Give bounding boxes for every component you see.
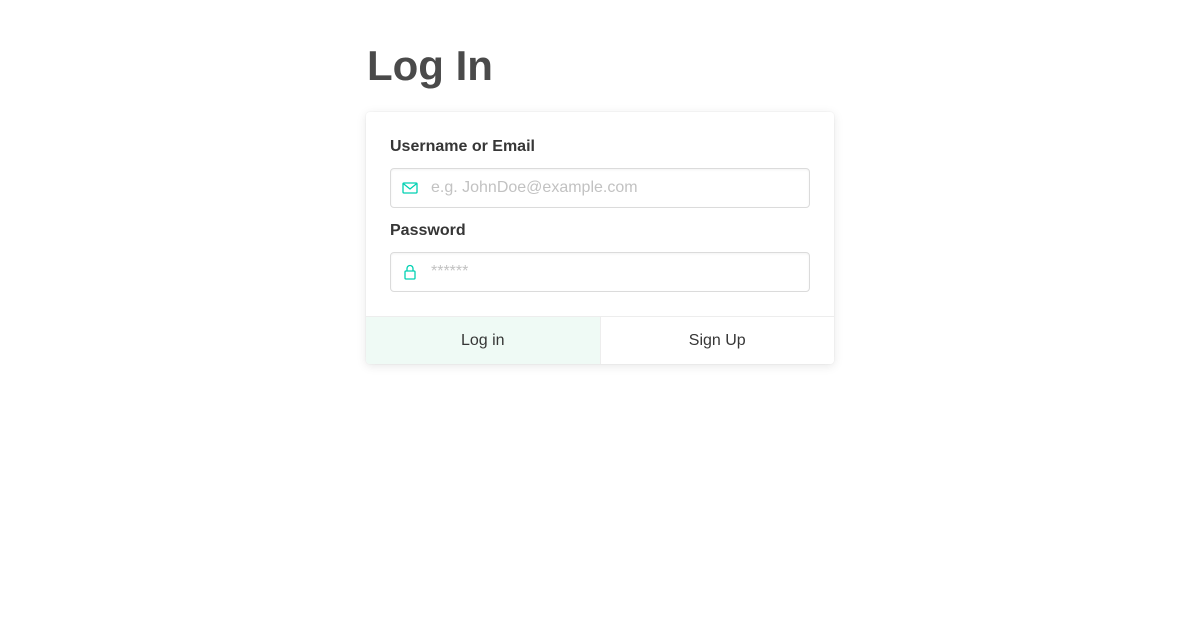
login-card: Username or Email Password	[366, 112, 834, 364]
username-field[interactable]	[390, 168, 810, 208]
page-title: Log In	[367, 42, 493, 89]
signup-button[interactable]: Sign Up	[600, 317, 834, 364]
username-label: Username or Email	[390, 138, 535, 155]
card-footer: Log in Sign Up	[366, 316, 834, 364]
password-field[interactable]	[390, 252, 810, 292]
password-label: Password	[390, 222, 466, 239]
username-input[interactable]	[431, 169, 801, 207]
login-button[interactable]: Log in	[366, 317, 601, 364]
login-form: Username or Email Password	[366, 112, 834, 316]
lock-icon	[401, 263, 419, 281]
envelope-icon	[401, 179, 419, 197]
password-input[interactable]	[431, 253, 801, 291]
